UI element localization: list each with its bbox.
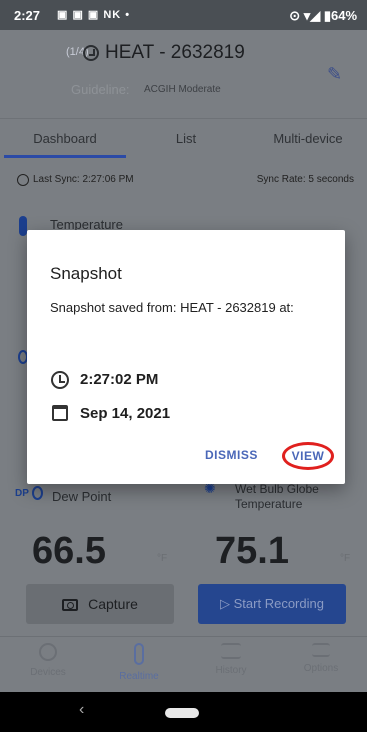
device-connected-icon — [83, 45, 99, 61]
guideline-value: ACGIH Moderate — [144, 84, 221, 95]
tab-dashboard[interactable]: Dashboard — [4, 131, 126, 146]
last-sync: Last Sync: 2:27:06 PM — [33, 174, 134, 185]
edit-icon[interactable]: ✎ — [327, 64, 345, 84]
thermometer-icon — [19, 216, 27, 236]
nav-devices[interactable]: Devices — [8, 643, 88, 678]
devices-icon — [39, 643, 57, 661]
device-title: HEAT - 2632819 — [105, 42, 245, 63]
dew-point-value: 66.5 — [32, 530, 106, 572]
dew-point-label: Dew Point — [52, 489, 112, 504]
system-nav-bar: ‹ — [0, 692, 367, 732]
nav-history-label: History — [215, 665, 247, 676]
view-button[interactable]: VIEW — [282, 442, 334, 470]
clock-icon — [17, 174, 29, 186]
dew-point-tag: DP — [15, 488, 29, 499]
menu-icon — [312, 643, 330, 657]
wbgt-unit: °F — [340, 553, 351, 564]
thermometer-icon — [134, 643, 144, 665]
dew-point-drop-icon — [32, 486, 43, 500]
status-bar: 2:27 ▣ ▣ ▣ NK • ⊙ ▾◢ ▮64% — [0, 0, 367, 30]
history-list-icon — [221, 643, 241, 659]
start-recording-button[interactable]: ▷ Start Recording — [198, 584, 346, 624]
snapshot-dialog: Snapshot Snapshot saved from: HEAT - 263… — [27, 230, 345, 484]
snapshot-time: 2:27:02 PM — [80, 371, 159, 388]
clock-icon — [51, 371, 69, 389]
nav-realtime-label: Realtime — [119, 671, 159, 682]
nav-history[interactable]: History — [191, 643, 271, 676]
capture-label: Capture — [88, 596, 138, 612]
calendar-icon — [52, 405, 68, 421]
wbgt-value: 75.1 — [215, 530, 289, 572]
dialog-title: Snapshot — [50, 264, 122, 283]
dismiss-button[interactable]: DISMISS — [205, 448, 258, 462]
dialog-message: Snapshot saved from: HEAT - 2632819 at: — [50, 300, 294, 315]
nav-devices-label: Devices — [30, 667, 66, 678]
status-time: 2:27 — [14, 8, 41, 23]
back-icon[interactable]: ‹ — [79, 701, 84, 719]
dew-point-unit: °F — [157, 553, 168, 564]
notification-icons: ▣ ▣ ▣ NK • — [57, 9, 131, 21]
bottom-nav: Devices Realtime History Options — [0, 636, 367, 692]
nav-options-label: Options — [303, 663, 339, 674]
camera-icon — [62, 599, 79, 611]
snapshot-date: Sep 14, 2021 — [80, 405, 171, 422]
app-header: (1/4) HEAT - 2632819 ✎ Guideline: ACGIH … — [0, 30, 367, 118]
nav-options[interactable]: Options — [281, 643, 361, 674]
home-pill[interactable] — [165, 708, 199, 718]
capture-button[interactable]: Capture — [26, 584, 174, 624]
nav-realtime[interactable]: Realtime — [99, 643, 179, 682]
tab-bar: Dashboard List Multi-device — [0, 118, 367, 158]
wbgt-label: Wet Bulb Globe Temperature — [235, 482, 319, 511]
tab-multi-device[interactable]: Multi-device — [247, 131, 367, 146]
tab-list[interactable]: List — [125, 131, 247, 146]
sync-rate: Sync Rate: 5 seconds — [256, 174, 354, 185]
system-status-icons: ⊙ ▾◢ ▮64% — [289, 8, 357, 23]
guideline-label: Guideline: — [71, 82, 130, 97]
